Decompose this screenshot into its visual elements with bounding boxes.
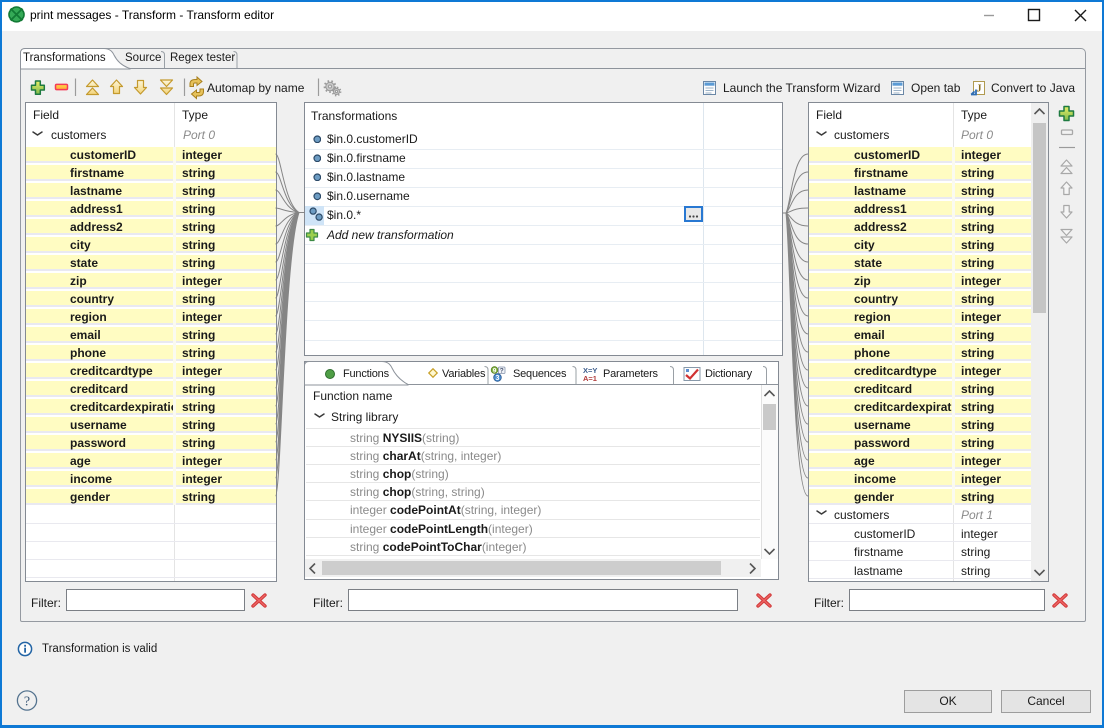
svg-text:?: ? xyxy=(500,367,504,374)
svg-text:?: ? xyxy=(24,695,30,710)
svg-text:A=1: A=1 xyxy=(583,374,597,382)
svg-text:3: 3 xyxy=(496,375,500,382)
svg-text:J: J xyxy=(977,84,982,95)
svg-text:9: 9 xyxy=(493,368,497,375)
